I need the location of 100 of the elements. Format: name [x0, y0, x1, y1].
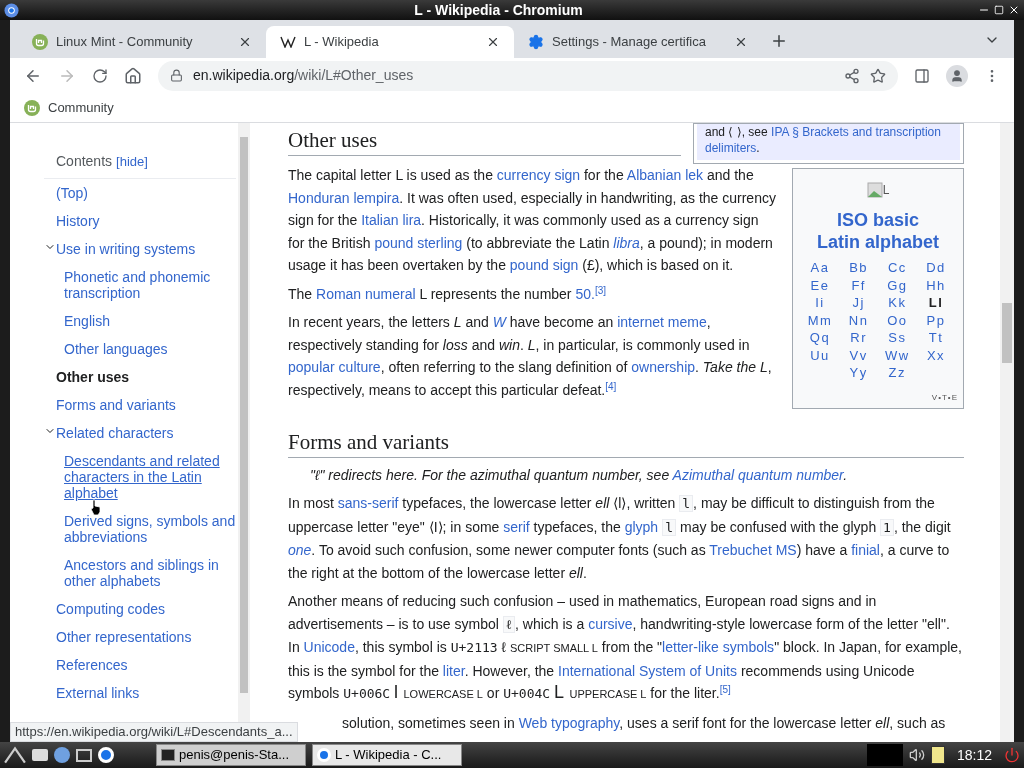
close-tab-icon[interactable]: [238, 35, 252, 49]
chromium-launcher-icon[interactable]: [98, 747, 114, 763]
link[interactable]: Unicode: [303, 639, 355, 655]
letter-link[interactable]: Zz: [885, 364, 910, 382]
toc-link[interactable]: Use in writing systems: [56, 241, 196, 257]
nav-link[interactable]: V: [931, 391, 938, 404]
reference-link[interactable]: [4]: [605, 380, 617, 392]
nav-link[interactable]: T: [941, 391, 947, 404]
hide-link[interactable]: [hide]: [116, 152, 148, 172]
reload-icon[interactable]: [92, 67, 108, 84]
profile-avatar[interactable]: [946, 64, 968, 87]
volume-icon[interactable]: [908, 747, 925, 763]
toc-link[interactable]: Other representations: [56, 629, 192, 645]
link[interactable]: 50.: [575, 285, 595, 302]
link[interactable]: letter-like symbols: [662, 639, 775, 655]
chromium-icon: [4, 2, 19, 18]
bookmark-item[interactable]: Community: [22, 97, 116, 118]
browser-tab[interactable]: Linux Mint - Community: [18, 26, 266, 58]
link[interactable]: pound sign: [509, 257, 579, 273]
letter-link[interactable]: Ii: [807, 294, 833, 312]
start-menu-icon[interactable]: [4, 746, 26, 764]
toc-link[interactable]: Ancestors and siblings in other alphabets: [64, 557, 236, 589]
letter-link[interactable]: Uu: [807, 346, 833, 364]
letter-link[interactable]: Kk: [885, 294, 910, 312]
toc-link[interactable]: Other uses: [56, 369, 130, 385]
link[interactable]: internet meme: [617, 314, 707, 330]
windows-icon[interactable]: [76, 748, 92, 762]
reference-link[interactable]: [3]: [594, 284, 606, 296]
letter-link[interactable]: Vv: [846, 346, 871, 364]
close-tab-icon[interactable]: [486, 35, 500, 49]
task-button[interactable]: L - Wikipedia - C...: [312, 744, 462, 766]
toc-link[interactable]: References: [56, 657, 128, 673]
letter-link[interactable]: Hh: [923, 276, 949, 294]
page-scrollbar[interactable]: [1000, 123, 1014, 742]
link[interactable]: Trebuchet MS: [709, 542, 797, 558]
reference-link[interactable]: [5]: [719, 684, 731, 695]
letter-link[interactable]: Cc: [885, 259, 910, 277]
close-icon[interactable]: [1008, 4, 1020, 16]
link[interactable]: finial: [851, 542, 880, 558]
link[interactable]: IPA § Brackets and transcription: [771, 125, 945, 139]
link[interactable]: Roman numeral: [316, 285, 416, 302]
bookmark-star-icon[interactable]: [870, 67, 886, 84]
letter-link[interactable]: Ee: [807, 276, 833, 294]
letter-link[interactable]: Rr: [846, 329, 871, 347]
letter-link[interactable]: Dd: [923, 259, 949, 277]
letter-link[interactable]: Mm: [807, 311, 833, 329]
home-icon[interactable]: [124, 66, 142, 85]
letter-link[interactable]: Pp: [923, 311, 949, 329]
tray-icon[interactable]: [930, 746, 945, 764]
power-icon[interactable]: [1004, 747, 1020, 763]
letter-link[interactable]: Ww: [885, 346, 910, 364]
maximize-icon[interactable]: [994, 5, 1004, 15]
letter-link[interactable]: Nn: [846, 311, 871, 329]
infobox-title[interactable]: ISO basic Latin alphabet: [815, 209, 941, 253]
letter-link[interactable]: Gg: [885, 276, 910, 294]
clock[interactable]: 18:12: [950, 744, 998, 766]
link[interactable]: liter: [442, 662, 465, 679]
link[interactable]: Albanian lek: [626, 167, 704, 183]
toc-link[interactable]: External links: [56, 685, 140, 701]
link[interactable]: Azimuthal quantum number: [672, 466, 844, 483]
letter-link[interactable]: Aa: [807, 259, 833, 277]
letter-link[interactable]: Tt: [923, 329, 949, 347]
close-tab-icon[interactable]: [734, 35, 748, 49]
link[interactable]: currency sign: [496, 167, 581, 183]
letter-link[interactable]: Oo: [885, 311, 910, 329]
address-bar[interactable]: en.wikipedia.org/wiki/L#Other_uses: [158, 60, 898, 91]
letter-link[interactable]: Yy: [846, 364, 871, 382]
side-panel-icon[interactable]: [914, 67, 930, 84]
link[interactable]: serif: [503, 518, 530, 535]
task-button[interactable]: penis@penis-Sta...: [156, 744, 306, 766]
link[interactable]: W: [492, 314, 506, 330]
new-tab-icon[interactable]: [770, 32, 788, 50]
link[interactable]: cursive: [588, 615, 633, 632]
browser-tab[interactable]: L - Wikipedia: [266, 26, 514, 58]
toc-link[interactable]: Forms and variants: [56, 397, 176, 413]
toc-link[interactable]: Derived signs, symbols and abbreviations: [64, 513, 236, 545]
browser-tab[interactable]: Settings - Manage certifica: [514, 26, 762, 58]
link[interactable]: sans-serif: [337, 495, 399, 511]
link[interactable]: popular culture: [288, 359, 381, 375]
toc-link[interactable]: (Top): [56, 185, 88, 201]
letter-link[interactable]: Xx: [923, 346, 949, 364]
toc-link[interactable]: Other languages: [64, 341, 236, 357]
letter-link[interactable]: Ff: [846, 276, 871, 294]
toc-link[interactable]: History: [56, 213, 100, 229]
letter-link[interactable]: Qq: [807, 329, 833, 347]
link[interactable]: one: [288, 542, 312, 558]
toc-link[interactable]: Phonetic and phonemic transcription: [64, 269, 236, 301]
toc-link[interactable]: Computing codes: [56, 601, 165, 617]
link[interactable]: International System of Units: [558, 662, 737, 679]
link[interactable]: pound sterling: [374, 234, 463, 251]
letter-link[interactable]: Bb: [846, 259, 871, 277]
toc-link[interactable]: Descendants and related characters in the Latin alphabet: [64, 453, 236, 501]
letter-link[interactable]: Jj: [846, 294, 871, 312]
toc-link[interactable]: English: [64, 313, 236, 329]
link[interactable]: glyph: [624, 518, 663, 535]
toc-link[interactable]: Related characters: [56, 425, 174, 441]
letter-link[interactable]: Ss: [885, 329, 910, 347]
share-icon[interactable]: [844, 67, 860, 84]
link[interactable]: libra: [613, 234, 640, 251]
nav-link[interactable]: E: [951, 391, 957, 404]
